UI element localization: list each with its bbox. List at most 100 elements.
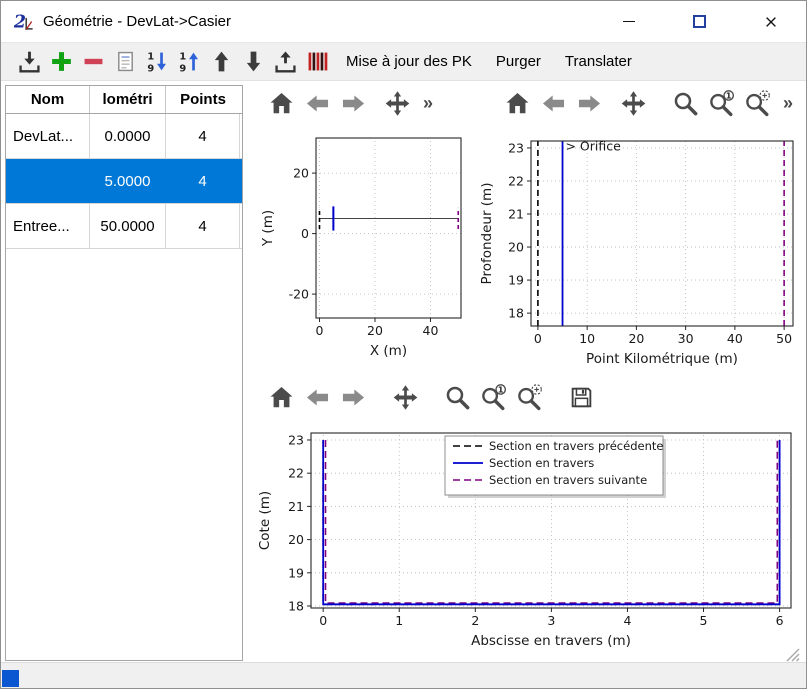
- svg-text:Profondeur (m): Profondeur (m): [479, 183, 495, 285]
- column-header-pk[interactable]: lométri: [90, 86, 166, 113]
- app-window: 2 Géométrie - DevLat->Casier 19 19 Mise …: [0, 0, 807, 689]
- table-row-selected[interactable]: 5.0000 4: [6, 159, 242, 204]
- cell-nom[interactable]: Entree...: [6, 204, 90, 248]
- svg-text:20: 20: [288, 532, 304, 547]
- sort-ascending-icon: 19: [177, 49, 202, 74]
- cell-nom[interactable]: [6, 159, 90, 203]
- home-button[interactable]: [263, 379, 299, 415]
- back-button[interactable]: [299, 85, 335, 121]
- table-header: Nom lométri Points: [6, 86, 242, 114]
- cell-pk[interactable]: 5.0000: [90, 159, 166, 203]
- zoom-select-icon: [516, 384, 543, 411]
- svg-text:-20: -20: [289, 287, 309, 302]
- add-button[interactable]: [47, 47, 75, 77]
- maximize-icon: [693, 15, 706, 28]
- svg-text:Section en travers précédente: Section en travers précédente: [489, 439, 663, 453]
- move-down-icon: [241, 49, 266, 74]
- forward-button[interactable]: [335, 85, 371, 121]
- zoom-button[interactable]: [667, 85, 703, 121]
- edit-sheet-button[interactable]: [111, 47, 139, 77]
- svg-text:4: 4: [623, 613, 631, 628]
- forward-icon: [340, 90, 367, 117]
- svg-text:0: 0: [316, 323, 324, 338]
- toolbar-overflow-button[interactable]: »: [419, 93, 437, 114]
- translate-button[interactable]: Translater: [556, 46, 641, 77]
- resize-grip[interactable]: [785, 647, 800, 662]
- svg-text:10: 10: [579, 331, 595, 346]
- cell-points[interactable]: 4: [166, 204, 240, 248]
- zoom-select-icon: [744, 90, 771, 117]
- svg-text:21: 21: [288, 499, 304, 514]
- window-controls: [593, 1, 806, 42]
- home-icon: [504, 90, 531, 117]
- import-button[interactable]: [15, 47, 43, 77]
- add-icon: [49, 49, 74, 74]
- table-row[interactable]: DevLat... 0.0000 4: [6, 114, 242, 159]
- cell-pk[interactable]: 50.0000: [90, 204, 166, 248]
- sort-descending-button[interactable]: 19: [143, 47, 171, 77]
- svg-text:5: 5: [700, 613, 708, 628]
- svg-text:3: 3: [547, 613, 555, 628]
- svg-text:1: 1: [147, 51, 154, 62]
- column-header-points[interactable]: Points: [166, 86, 240, 113]
- svg-text:18: 18: [288, 599, 304, 614]
- sort-ascending-button[interactable]: 19: [175, 47, 203, 77]
- home-button[interactable]: [263, 85, 299, 121]
- svg-text:Point Kilométrique (m): Point Kilométrique (m): [586, 351, 738, 367]
- save-button[interactable]: [563, 379, 599, 415]
- cell-points[interactable]: 4: [166, 159, 240, 203]
- cell-nom[interactable]: DevLat...: [6, 114, 90, 158]
- back-icon: [304, 384, 331, 411]
- home-icon: [268, 90, 295, 117]
- forward-button[interactable]: [571, 85, 607, 121]
- sort-descending-icon: 19: [145, 49, 170, 74]
- remove-button[interactable]: [79, 47, 107, 77]
- minimize-button[interactable]: [593, 1, 664, 42]
- svg-text:20: 20: [367, 323, 383, 338]
- svg-text:18: 18: [508, 306, 524, 321]
- plan-view-plot[interactable]: 02040-20020X (m)Y (m): [249, 123, 466, 369]
- svg-text:21: 21: [508, 207, 524, 222]
- zoom-select-button[interactable]: [511, 379, 547, 415]
- zoom-one-button[interactable]: 1: [475, 379, 511, 415]
- pk-ruler-button[interactable]: [303, 47, 331, 77]
- zoom-select-button[interactable]: [739, 85, 775, 121]
- svg-text:22: 22: [288, 466, 304, 481]
- pan-button[interactable]: [379, 85, 415, 121]
- profile-plot[interactable]: 01020304050181920212223Point Kilométriqu…: [469, 123, 806, 369]
- maximize-button[interactable]: [664, 1, 735, 42]
- svg-text:Y (m): Y (m): [260, 210, 276, 247]
- cell-points[interactable]: 4: [166, 114, 240, 158]
- cell-pk[interactable]: 0.0000: [90, 114, 166, 158]
- close-button[interactable]: [735, 1, 806, 42]
- svg-text:40: 40: [423, 323, 439, 338]
- purge-button[interactable]: Purger: [487, 46, 550, 77]
- update-pk-button[interactable]: Mise à jour des PK: [337, 46, 481, 77]
- cross-section-plot[interactable]: 0123456181920212223Abscisse en travers (…: [249, 423, 806, 661]
- svg-text:> Orifice: > Orifice: [565, 139, 621, 154]
- pk-ruler-icon: [305, 49, 330, 74]
- column-header-nom[interactable]: Nom: [6, 86, 90, 113]
- pan-button[interactable]: [387, 379, 423, 415]
- status-bar: [1, 662, 806, 689]
- move-up-button[interactable]: [207, 47, 235, 77]
- svg-text:6: 6: [776, 613, 784, 628]
- export-button[interactable]: [271, 47, 299, 77]
- sections-table: Nom lométri Points DevLat... 0.0000 4 5.…: [5, 85, 243, 661]
- svg-text:19: 19: [508, 273, 524, 288]
- svg-text:50: 50: [776, 331, 792, 346]
- back-button[interactable]: [535, 85, 571, 121]
- table-row[interactable]: Entree... 50.0000 4: [6, 204, 242, 249]
- zoom-one-button[interactable]: 1: [703, 85, 739, 121]
- toolbar-overflow-button[interactable]: »: [779, 93, 797, 114]
- minimize-icon: [623, 21, 635, 22]
- main-toolbar: 19 19 Mise à jour des PK Purger Translat…: [1, 42, 806, 81]
- zoom-button[interactable]: [439, 379, 475, 415]
- svg-text:0: 0: [301, 226, 309, 241]
- back-button[interactable]: [299, 379, 335, 415]
- home-button[interactable]: [499, 85, 535, 121]
- forward-button[interactable]: [335, 379, 371, 415]
- move-down-button[interactable]: [239, 47, 267, 77]
- pan-button[interactable]: [615, 85, 651, 121]
- move-up-icon: [209, 49, 234, 74]
